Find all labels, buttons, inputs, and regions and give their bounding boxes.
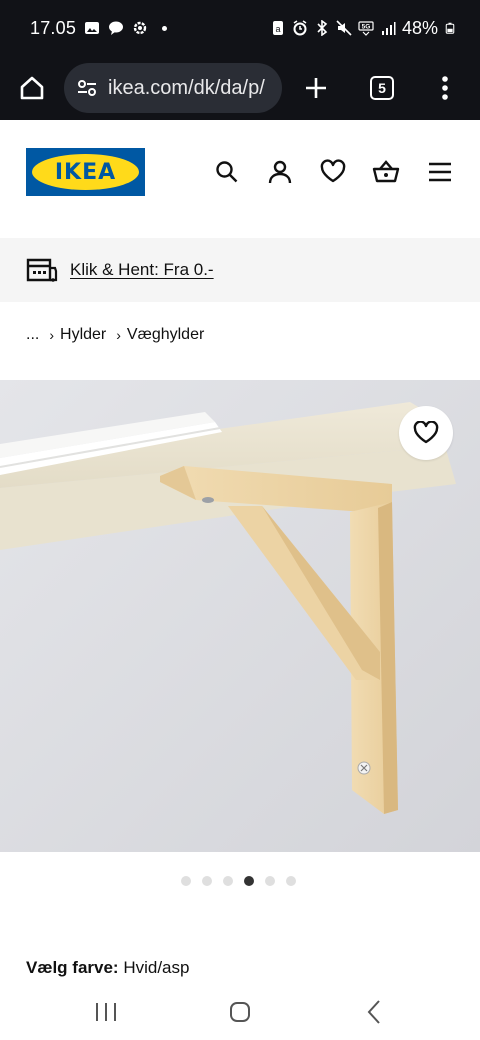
color-value: Hvid/asp — [123, 958, 190, 977]
status-bar: 17.05 a 5G 48% — [0, 0, 480, 56]
breadcrumb: ... › Hylder › Væghylder — [26, 322, 204, 348]
new-tab-button[interactable] — [282, 56, 350, 120]
click-collect-banner[interactable]: Klik & Hent: Fra 0.- — [0, 238, 480, 302]
home-nav-icon — [230, 1002, 250, 1022]
chevron-right-icon: › — [116, 327, 121, 343]
more-vertical-icon — [442, 76, 448, 100]
clock: 17.05 — [30, 17, 77, 38]
tab-count: 5 — [370, 76, 394, 100]
address-bar[interactable]: ikea.com/dk/da/p/ — [64, 63, 282, 113]
signal-icon — [381, 22, 396, 35]
home-icon — [20, 76, 44, 100]
favourites-button[interactable] — [317, 156, 349, 188]
chat-icon — [109, 21, 124, 35]
add-to-favourites-button[interactable] — [399, 406, 453, 460]
5g-icon: 5G — [358, 21, 374, 36]
search-icon — [216, 161, 238, 183]
recent-apps-icon — [96, 1003, 116, 1021]
url-text: ikea.com/dk/da/p/ — [108, 76, 265, 99]
back-button[interactable] — [354, 992, 394, 1032]
svg-text:a: a — [275, 24, 280, 34]
breadcrumb-item-wall-shelves[interactable]: Væghylder — [127, 326, 204, 344]
alarm-icon — [293, 20, 307, 36]
battery-icon — [445, 22, 455, 34]
color-label: Vælg farve: — [26, 958, 119, 977]
color-selector[interactable]: Vælg farve: Hvid/asp — [26, 958, 189, 982]
profile-button[interactable] — [264, 156, 296, 188]
gallery-icon — [85, 22, 100, 34]
browser-menu-button[interactable] — [414, 56, 476, 120]
profile-icon — [268, 160, 292, 184]
recent-apps-button[interactable] — [86, 992, 126, 1032]
chevron-right-icon: › — [49, 327, 55, 343]
basket-button[interactable] — [370, 156, 402, 188]
site-header: IKEA — [0, 120, 480, 238]
click-collect-link[interactable]: Klik & Hent: Fra 0.- — [70, 260, 214, 280]
carousel-dot[interactable] — [202, 876, 212, 886]
browser-toolbar: ikea.com/dk/da/p/ 5 — [0, 56, 480, 120]
breadcrumb-ellipsis[interactable]: ... — [26, 326, 39, 344]
heart-icon — [320, 159, 346, 183]
main-menu-button[interactable] — [424, 156, 456, 188]
carousel-dot[interactable] — [181, 876, 191, 886]
basket-icon — [372, 160, 400, 183]
site-settings-icon — [78, 80, 96, 96]
store-icon — [26, 258, 58, 282]
plus-icon — [306, 78, 326, 98]
mute-icon — [336, 20, 352, 36]
tab-switcher-button[interactable]: 5 — [350, 56, 414, 120]
notification-dot-icon — [162, 25, 168, 31]
hamburger-menu-icon — [429, 162, 451, 182]
carousel-dot[interactable] — [265, 876, 275, 886]
system-navigation-bar — [0, 982, 480, 1040]
breadcrumb-item-shelves[interactable]: Hylder — [60, 326, 106, 344]
battery-percent: 48% — [401, 17, 438, 38]
carousel-dot[interactable] — [223, 876, 233, 886]
home-button[interactable] — [0, 56, 64, 120]
svg-text:5G: 5G — [362, 24, 371, 31]
heart-icon — [413, 421, 439, 444]
battery-saver-icon: a — [272, 21, 283, 35]
carousel-dot-active[interactable] — [244, 876, 254, 886]
bluetooth-icon — [317, 20, 328, 36]
back-icon — [367, 1000, 380, 1024]
settings-icon — [133, 21, 147, 35]
search-button[interactable] — [211, 156, 243, 188]
carousel-dot[interactable] — [286, 876, 296, 886]
image-carousel-indicator — [181, 876, 296, 886]
home-nav-button[interactable] — [220, 992, 260, 1032]
